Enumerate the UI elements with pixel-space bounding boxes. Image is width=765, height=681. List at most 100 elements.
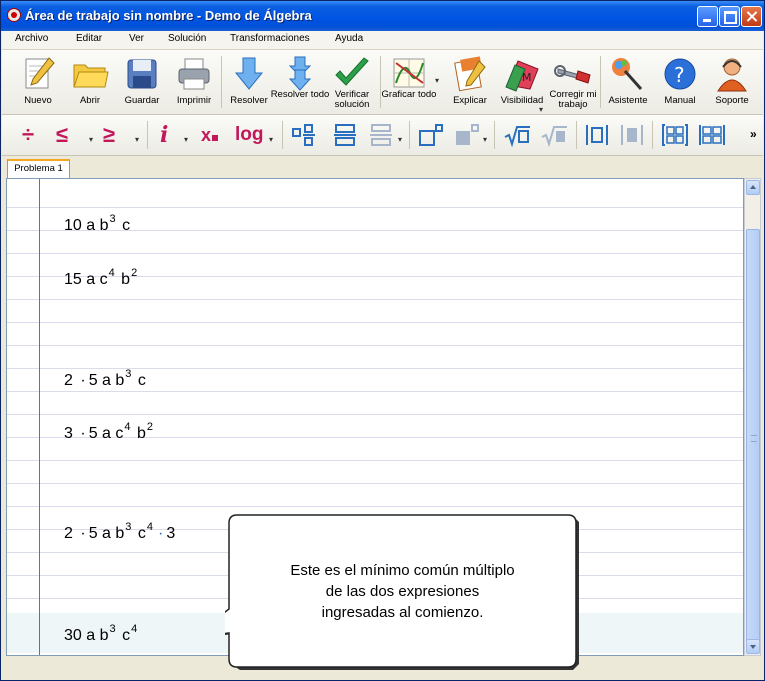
asistente-button[interactable]: Asistente (604, 50, 652, 114)
toolbar-separator (409, 121, 410, 149)
asistente-label: Asistente (608, 95, 648, 106)
margin-line (39, 179, 40, 655)
corregir-label: Corregir mi trabajo (549, 89, 597, 110)
new-document-icon (25, 57, 55, 89)
manual-label: Manual (664, 95, 696, 106)
fraction-dropdown-icon[interactable]: ▾ (398, 135, 402, 144)
expression-5-c-exponent: 4 (146, 521, 153, 533)
expression-5-dot-2: · (157, 525, 164, 542)
maximize-button[interactable] (719, 6, 740, 27)
visibility-cards-icon: M (505, 60, 539, 92)
soporte-button[interactable]: Soporte (708, 50, 756, 114)
graficar-todo-button[interactable]: Graficar todo (382, 50, 436, 114)
expression-6-base: 30 a b (64, 627, 109, 644)
menu-solucion[interactable]: Solución (168, 33, 206, 44)
verificar-solucion-button[interactable]: Verificar solución (328, 50, 376, 114)
expression-2-base: 15 a c (64, 271, 108, 288)
printer-icon (178, 58, 210, 90)
expression-5-factor: 2 (64, 525, 73, 542)
fraction-icon[interactable] (332, 123, 358, 147)
tab-problema-1[interactable]: Problema 1 (7, 159, 70, 178)
graph-icon (393, 58, 425, 88)
less-equal-button[interactable]: ≤ (56, 121, 68, 149)
scroll-thumb[interactable] (746, 229, 760, 643)
log-button[interactable]: log (235, 121, 264, 149)
power-dropdown-icon[interactable]: ▾ (483, 135, 487, 144)
divide-button[interactable]: ÷ (22, 121, 34, 149)
abrir-button[interactable]: Abrir (66, 50, 114, 114)
resolver-todo-label: Resolver todo (270, 89, 330, 100)
scroll-down-button[interactable] (746, 639, 760, 654)
expression-4[interactable]: 3 · 5 a c4 b2 (64, 421, 155, 443)
power-filled-icon[interactable] (454, 123, 480, 147)
expression-1-base: 10 a b (64, 217, 109, 234)
fraction-disabled-icon[interactable] (368, 123, 394, 147)
subscript-box-icon (212, 135, 219, 141)
expression-3[interactable]: 2 · 5 a b3 c (64, 368, 146, 390)
explicar-button[interactable]: Explicar (446, 50, 494, 114)
imprimir-label: Imprimir (176, 95, 212, 106)
toolbar-separator (147, 121, 148, 149)
toolbar-separator (652, 121, 653, 149)
menu-transformaciones[interactable]: Transformaciones (230, 33, 310, 44)
determinant-icon[interactable] (698, 123, 726, 147)
expression-4-b-exponent: 2 (146, 421, 153, 433)
toolbar-separator (494, 121, 495, 149)
matrix-icon[interactable] (661, 123, 689, 147)
scroll-up-button[interactable] (746, 180, 760, 195)
vertical-scrollbar[interactable] (744, 178, 761, 656)
italic-button[interactable]: i (160, 121, 168, 149)
imprimir-button[interactable]: Imprimir (170, 50, 218, 114)
absolute-value-filled-icon[interactable] (619, 123, 645, 147)
expression-3-rest: 5 a b (88, 372, 125, 389)
power-icon[interactable] (418, 123, 444, 147)
expression-4-dot: · (80, 425, 86, 442)
log-dropdown-icon[interactable]: ▾ (269, 135, 273, 144)
greater-equal-button[interactable]: ≥ (103, 121, 115, 149)
abrir-label: Abrir (79, 95, 101, 106)
corregir-button[interactable]: Corregir mi trabajo (549, 50, 597, 114)
square-root-filled-icon[interactable] (540, 123, 568, 147)
expression-6-c: c (122, 627, 131, 644)
expression-5-b-exponent: 3 (125, 521, 132, 533)
menu-archivo[interactable]: Archivo (15, 33, 48, 44)
subscript-button[interactable]: x (201, 121, 219, 149)
greater-equal-dropdown-icon[interactable]: ▾ (135, 135, 139, 144)
nuevo-button[interactable]: Nuevo (14, 50, 62, 114)
explain-document-icon (454, 56, 486, 92)
tooltip-callout: Este es el mínimo común múltiplo de las … (225, 513, 580, 671)
close-button[interactable] (741, 6, 762, 27)
expression-3-b-exponent: 3 (125, 368, 132, 380)
more-tools-button[interactable]: » (750, 127, 757, 141)
expression-5-tail: 3 (166, 525, 176, 542)
italic-dropdown-icon[interactable]: ▾ (184, 135, 188, 144)
app-icon[interactable] (7, 8, 21, 22)
expression-5-rest: 5 a b (88, 525, 125, 542)
expression-1[interactable]: 10 a b3 c (64, 213, 130, 235)
less-equal-dropdown-icon[interactable]: ▾ (89, 135, 93, 144)
resolver-todo-button[interactable]: Resolver todo (271, 50, 329, 114)
expression-2[interactable]: 15 a c4 b2 (64, 267, 139, 289)
expression-6[interactable]: 30 a b3 c4 (64, 623, 139, 645)
menu-ver[interactable]: Ver (129, 33, 144, 44)
menu-ayuda[interactable]: Ayuda (335, 33, 363, 44)
fraction-inline-icon[interactable] (291, 123, 317, 147)
expression-2-b: b (121, 271, 131, 288)
expression-3-dot: · (80, 372, 86, 389)
guardar-button[interactable]: Guardar (118, 50, 166, 114)
resolver-button[interactable]: Resolver (225, 50, 273, 114)
expression-5[interactable]: 2 · 5 a b3 c4 · 3 (64, 521, 176, 543)
manual-button[interactable]: ? Manual (656, 50, 704, 114)
expression-6-b-exponent: 3 (109, 623, 116, 635)
problem-tabs: Problema 1 (2, 156, 763, 178)
soporte-label: Soporte (715, 95, 749, 106)
graficar-dropdown-icon[interactable]: ▾ (435, 76, 439, 85)
minimize-button[interactable] (697, 6, 718, 27)
checkmark-icon (335, 57, 369, 86)
math-toolbar: ÷ ≤ ▾ ≥ ▾ i ▾ x log ▾ ▾ ▾ » (2, 115, 763, 156)
scroll-grip-icon (751, 435, 757, 442)
square-root-icon[interactable] (503, 123, 531, 147)
menu-editar[interactable]: Editar (76, 33, 102, 44)
expression-1-b-exponent: 3 (109, 213, 116, 225)
absolute-value-icon[interactable] (584, 123, 610, 147)
